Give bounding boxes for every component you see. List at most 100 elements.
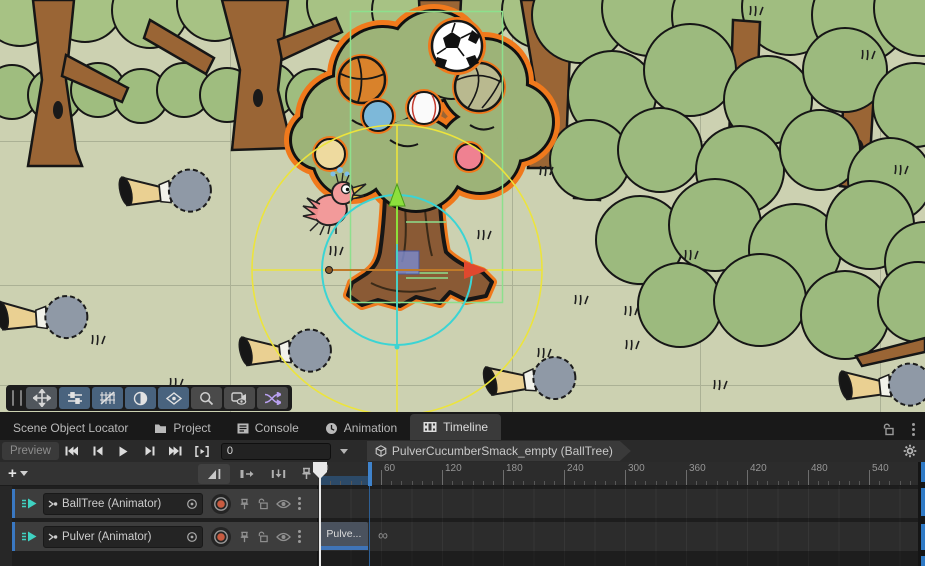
curves-view-button[interactable] <box>198 464 230 484</box>
ruler-tick-minor <box>879 481 880 485</box>
ruler-tick-minor <box>351 481 352 485</box>
tab-animation[interactable]: Animation <box>312 416 410 440</box>
go-to-end-button[interactable] <box>163 442 189 460</box>
curves-icon <box>207 468 221 480</box>
tab-project[interactable]: Project <box>141 416 223 440</box>
mixer-tool[interactable] <box>59 387 90 409</box>
pin-icon[interactable] <box>239 531 250 543</box>
record-button[interactable] <box>211 494 231 514</box>
console-icon <box>237 423 249 434</box>
preview-label: Preview <box>10 445 51 457</box>
breadcrumb[interactable]: PulverCucumberSmack_empty (BallTree) <box>367 441 631 461</box>
play-range-button[interactable] <box>189 442 215 460</box>
panel-menu-kebab-icon[interactable] <box>912 423 915 436</box>
previous-frame-button[interactable] <box>85 442 111 460</box>
track-content-area[interactable]: Pulve... ∞ <box>318 486 918 566</box>
edit-mode-mix-button[interactable] <box>230 464 262 484</box>
track-row-balltree[interactable]: BallTree (Animator) <box>12 489 318 518</box>
ruler-tick-minor <box>656 481 657 485</box>
shuffle-tool[interactable] <box>257 387 288 409</box>
track-menu-kebab-icon[interactable] <box>298 530 301 543</box>
toolbar-drag-handle[interactable] <box>10 390 24 406</box>
ruler-tick-major <box>381 470 382 485</box>
play-button[interactable] <box>111 442 137 460</box>
track-menu-kebab-icon[interactable] <box>298 497 301 510</box>
go-to-start-icon <box>65 446 78 456</box>
ruler-tick-major <box>747 470 748 485</box>
unlock-icon[interactable] <box>257 531 269 543</box>
ruler-tick-major <box>625 470 626 485</box>
ruler-tick-minor <box>828 481 829 485</box>
row-gap <box>318 551 918 566</box>
ruler-tick-minor <box>330 481 331 485</box>
ruler-tick-minor <box>574 481 575 485</box>
track-row-pulver[interactable]: Pulver (Animator) <box>12 522 318 551</box>
animator-binding-field[interactable]: BallTree (Animator) <box>43 493 203 515</box>
ruler-tick-minor <box>391 481 392 485</box>
ruler-tick-minor <box>340 481 341 485</box>
baseball[interactable] <box>405 89 443 127</box>
unlock-icon[interactable] <box>257 498 269 510</box>
ruler-tick-label: 300 <box>628 463 645 474</box>
camera-visibility-tool[interactable] <box>224 387 255 409</box>
ruler-tick-minor <box>757 481 758 485</box>
ruler-tick-major <box>442 470 443 485</box>
next-frame-button[interactable] <box>137 442 163 460</box>
scene-toolbar <box>6 385 292 411</box>
track-accent <box>12 489 15 518</box>
tab-label: Scene Object Locator <box>13 421 128 435</box>
panel-tab-bar: Scene Object Locator Project Console Ani… <box>0 412 925 440</box>
ruler-tick-minor <box>523 481 524 485</box>
ruler-tick-minor <box>645 481 646 485</box>
record-button[interactable] <box>211 527 231 547</box>
timeline-ruler[interactable]: 060120180240300360420480540 <box>318 462 918 486</box>
sprite-sort-tool[interactable] <box>158 387 189 409</box>
eye-icon[interactable] <box>276 499 291 509</box>
timeline-clip[interactable]: Pulve... <box>320 522 368 546</box>
ruler-tick-label: 420 <box>750 463 767 474</box>
timeline-end-marker[interactable] <box>368 462 372 486</box>
timeline-settings-button[interactable] <box>903 444 917 458</box>
ruler-tick-minor <box>361 481 362 485</box>
search-tool[interactable] <box>191 387 222 409</box>
ruler-tick-minor <box>696 481 697 485</box>
cube-icon <box>375 445 387 457</box>
move-tool[interactable] <box>26 387 57 409</box>
tab-scene-object-locator[interactable]: Scene Object Locator <box>0 416 141 440</box>
ruler-tick-minor <box>584 481 585 485</box>
tab-console[interactable]: Console <box>224 416 312 440</box>
object-picker-icon[interactable] <box>186 531 198 543</box>
pin-icon[interactable] <box>239 498 250 510</box>
animator-icon <box>48 499 58 509</box>
playhead[interactable] <box>313 462 327 479</box>
timeline-options-dropdown[interactable] <box>331 442 357 460</box>
ruler-tick-minor <box>727 481 728 485</box>
play-range-icon <box>195 446 209 457</box>
go-to-start-button[interactable] <box>59 442 85 460</box>
preview-toggle-button[interactable]: Preview <box>2 442 59 460</box>
playhead-line <box>319 478 321 566</box>
ruler-tick-minor <box>493 481 494 485</box>
clip-label: Pulve... <box>326 528 361 540</box>
pink-ball[interactable] <box>453 141 485 173</box>
add-track-button[interactable]: + <box>8 465 28 482</box>
ruler-tick-minor <box>767 481 768 485</box>
tab-timeline[interactable]: Timeline <box>410 414 501 440</box>
clip-replace-icon <box>271 468 286 480</box>
row-gap <box>318 486 918 489</box>
eye-icon[interactable] <box>276 532 291 542</box>
soccer-ball[interactable] <box>428 17 486 75</box>
right-edge-scrollbar[interactable] <box>918 462 925 566</box>
ruler-tick-minor <box>615 481 616 485</box>
contrast-tool[interactable] <box>125 387 156 409</box>
scene-view[interactable] <box>0 0 925 412</box>
grid-paint-tool[interactable] <box>92 387 123 409</box>
sort-point-icon <box>166 391 182 406</box>
animator-binding-field[interactable]: Pulver (Animator) <box>43 526 203 548</box>
object-picker-icon[interactable] <box>186 498 198 510</box>
frame-field[interactable] <box>221 443 331 460</box>
edit-mode-replace-button[interactable] <box>262 464 294 484</box>
unlock-icon[interactable] <box>882 423 895 436</box>
ruler-tick-minor <box>401 481 402 485</box>
ruler-tick-minor <box>859 481 860 485</box>
